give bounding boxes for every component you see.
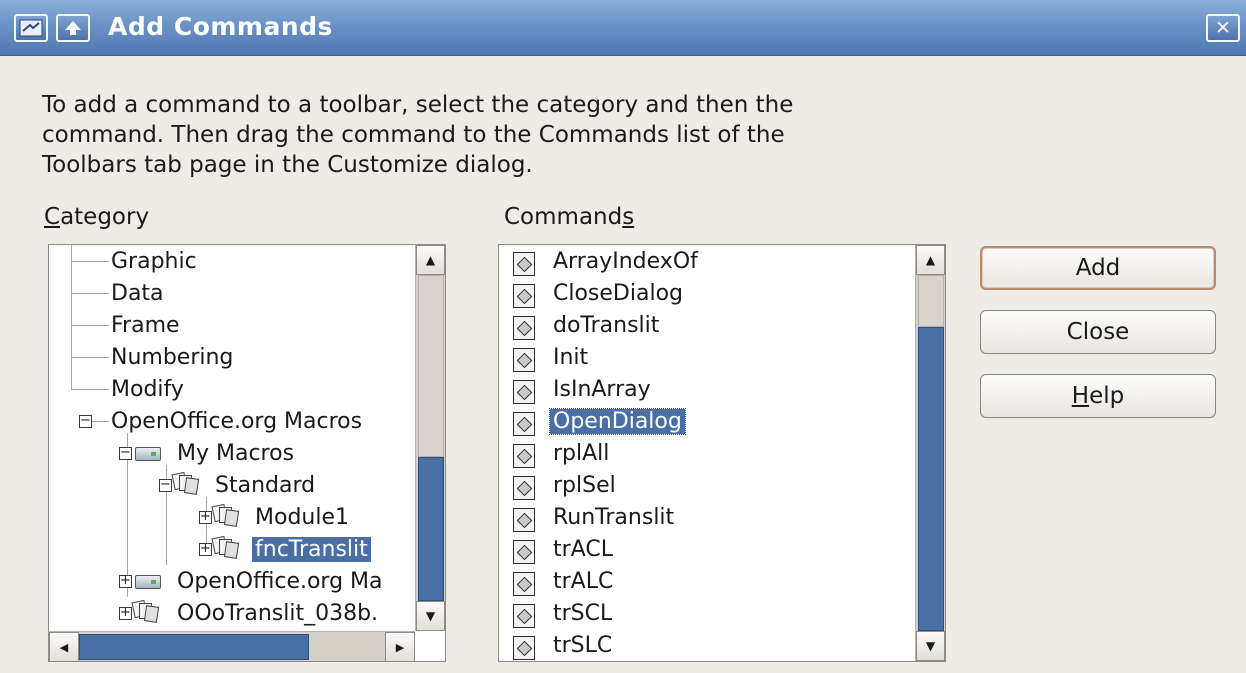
- scroll-down-icon: ▼: [925, 639, 936, 653]
- command-runtranslit[interactable]: RunTranslit: [553, 503, 674, 533]
- title-bar: Add Commands ✕: [0, 0, 1246, 56]
- tree-item-modify[interactable]: Modify: [111, 375, 184, 405]
- tree-item-my-macros[interactable]: My Macros: [177, 439, 294, 469]
- drive-icon: [135, 447, 161, 461]
- scroll-thumb[interactable]: [918, 327, 944, 631]
- module-icon: [211, 535, 240, 559]
- scroll-thumb[interactable]: [418, 457, 444, 601]
- macro-icon: [513, 380, 535, 404]
- collapse-icon[interactable]: −: [79, 414, 92, 428]
- expand-icon[interactable]: +: [119, 606, 132, 620]
- library-icon: [171, 471, 200, 495]
- arrow-up-icon[interactable]: [56, 14, 90, 42]
- scroll-down-button[interactable]: ▼: [416, 601, 445, 631]
- command-opendialog[interactable]: OpenDialog: [549, 407, 686, 437]
- scroll-track[interactable]: [918, 275, 944, 327]
- tree-item-standard[interactable]: Standard: [215, 471, 315, 501]
- tree-item-module1[interactable]: Module1: [255, 503, 349, 533]
- macro-icon: [513, 252, 535, 276]
- close-icon[interactable]: ✕: [1206, 14, 1240, 42]
- commands-label-main: Command: [504, 204, 623, 230]
- tree-item-numbering[interactable]: Numbering: [111, 343, 233, 373]
- window-title: Add Commands: [108, 12, 333, 41]
- library-icon: [131, 599, 160, 623]
- macro-icon: [513, 316, 535, 340]
- scroll-up-icon: ▲: [425, 253, 436, 267]
- help-button[interactable]: Help: [980, 374, 1216, 418]
- scroll-track[interactable]: [418, 275, 444, 457]
- category-tree[interactable]: Graphic Data Frame Numbering Modify − Op…: [48, 244, 446, 662]
- close-glyph: ✕: [1215, 17, 1231, 39]
- macro-icon: [513, 540, 535, 564]
- tree-item-ootranslit[interactable]: OOoTranslit_038b.: [177, 599, 378, 629]
- collapse-icon[interactable]: −: [119, 446, 132, 460]
- category-hscrollbar[interactable]: ◀ ▶: [49, 631, 415, 661]
- command-isinarray[interactable]: IsInArray: [553, 375, 651, 405]
- collapse-icon[interactable]: −: [159, 478, 172, 492]
- tree-item-frame[interactable]: Frame: [111, 311, 180, 341]
- help-button-rest: elp: [1089, 383, 1125, 409]
- command-init[interactable]: Init: [553, 343, 588, 373]
- commands-label: Commands: [504, 204, 634, 230]
- tree-item-fnctranslit[interactable]: fncTranslit: [252, 535, 371, 565]
- command-closedialog[interactable]: CloseDialog: [553, 279, 683, 309]
- hscroll-thumb[interactable]: [79, 634, 309, 660]
- scroll-left-button[interactable]: ◀: [49, 632, 79, 661]
- commands-label-accel: s: [622, 204, 635, 230]
- category-label-accel: C: [44, 204, 61, 230]
- tree-item-data[interactable]: Data: [111, 279, 164, 309]
- selected-command: OpenDialog: [549, 408, 686, 435]
- command-rplsel[interactable]: rplSel: [553, 471, 616, 501]
- scroll-left-icon: ◀: [59, 640, 69, 654]
- command-trslc[interactable]: trSLC: [553, 631, 612, 661]
- category-vscrollbar[interactable]: ▲ ▼: [415, 245, 445, 631]
- macro-icon: [513, 348, 535, 372]
- commands-list[interactable]: ArrayIndexOf CloseDialog doTranslit Init…: [498, 244, 946, 662]
- close-button[interactable]: Close: [980, 310, 1216, 354]
- macro-icon: [513, 572, 535, 596]
- scroll-down-icon: ▼: [425, 609, 436, 623]
- macro-icon: [513, 636, 535, 660]
- scroll-down-button[interactable]: ▼: [916, 631, 945, 661]
- macro-icon: [513, 508, 535, 532]
- macro-icon: [513, 476, 535, 500]
- scroll-up-button[interactable]: ▲: [916, 245, 945, 275]
- macro-icon: [513, 412, 535, 436]
- scroll-right-icon: ▶: [395, 640, 405, 654]
- command-tralc[interactable]: trALC: [553, 567, 613, 597]
- selected-label: fncTranslit: [252, 537, 371, 562]
- command-trscl[interactable]: trSCL: [553, 599, 612, 629]
- scroll-right-button[interactable]: ▶: [385, 632, 415, 661]
- expand-icon[interactable]: +: [199, 542, 212, 556]
- tree-item-openoffice-ma[interactable]: OpenOffice.org Ma: [177, 567, 383, 597]
- module-icon: [211, 503, 240, 527]
- drive-icon: [135, 575, 161, 589]
- category-label: Category: [44, 204, 149, 230]
- category-label-rest: ategory: [60, 204, 150, 230]
- intro-text: To add a command to a toolbar, select th…: [42, 92, 794, 178]
- command-tracl[interactable]: trACL: [553, 535, 613, 565]
- command-arrayindexof[interactable]: ArrayIndexOf: [553, 247, 698, 277]
- macro-icon: [513, 284, 535, 308]
- scroll-up-button[interactable]: ▲: [416, 245, 445, 275]
- tree-item-graphic[interactable]: Graphic: [111, 247, 197, 277]
- add-button[interactable]: Add: [980, 246, 1216, 290]
- expand-icon[interactable]: +: [199, 510, 212, 524]
- tree-item-openoffice-macros[interactable]: OpenOffice.org Macros: [111, 407, 362, 437]
- help-button-accel: H: [1071, 383, 1090, 409]
- expand-icon[interactable]: +: [119, 574, 132, 588]
- command-dotranslit[interactable]: doTranslit: [553, 311, 659, 341]
- macro-icon: [513, 604, 535, 628]
- macro-icon: [513, 444, 535, 468]
- command-rplall[interactable]: rplAll: [553, 439, 609, 469]
- window-menu-icon[interactable]: [14, 14, 48, 42]
- commands-vscrollbar[interactable]: ▲ ▼: [915, 245, 945, 661]
- scroll-up-icon: ▲: [925, 253, 936, 267]
